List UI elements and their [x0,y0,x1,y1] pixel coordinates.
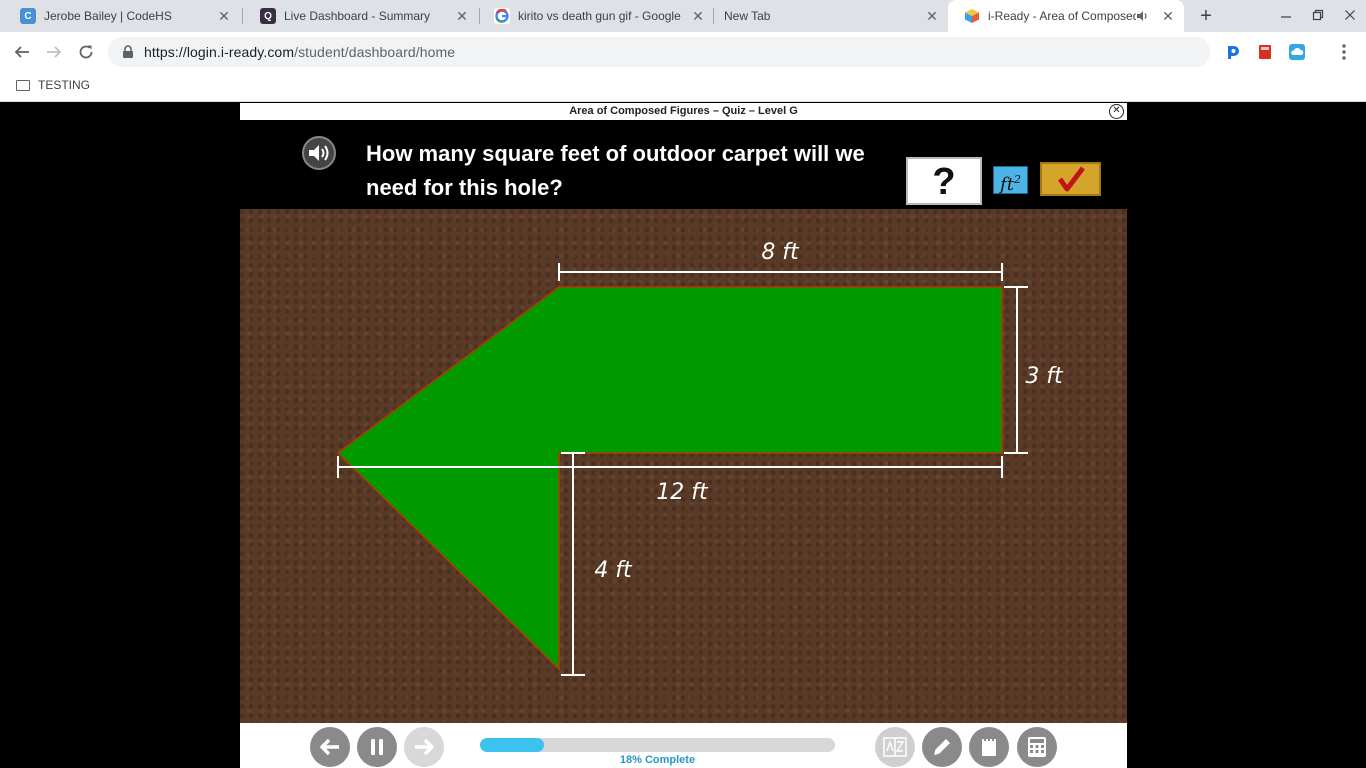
lesson-controls: 18% Complete [240,723,1127,768]
submit-check-button[interactable] [1040,162,1101,196]
bookmark-label: TESTING [38,78,91,92]
minimize-icon[interactable] [1276,6,1296,26]
bookmarks-bar: TESTING [0,72,1366,102]
url-text: https://login.i-ready.com/student/dashbo… [144,44,456,60]
book-extension-icon[interactable] [1257,44,1273,60]
bookmark-testing[interactable]: TESTING [16,78,90,92]
tab-title: kirito vs death gun gif - Google S [518,9,682,23]
lesson-close-button[interactable]: ✕ [1109,104,1124,119]
tab-title: Live Dashboard - Summary [284,9,431,23]
browser-menu-icon[interactable] [1336,40,1352,64]
browser-toolbar: https://login.i-ready.com/student/dashbo… [0,32,1366,72]
progress-fill [480,738,544,752]
tab-google-search[interactable]: kirito vs death gun gif - Google S ✕ [478,0,714,32]
calculator-icon[interactable] [1017,727,1057,767]
label-middle: 12 ft [656,480,709,505]
dimension-line-bottom [561,452,585,676]
tab-close-icon[interactable]: ✕ [216,8,232,24]
speaker-icon[interactable] [302,136,336,170]
codehs-favicon-icon: C [20,8,36,24]
notepad-icon[interactable] [969,727,1009,767]
label-right: 3 ft [1025,364,1064,389]
answer-input[interactable]: ? [906,157,982,205]
restore-icon[interactable] [1308,6,1328,26]
back-icon[interactable] [10,40,34,64]
pencil-icon[interactable] [922,727,962,767]
tab-close-icon[interactable]: ✕ [924,8,940,24]
progress-bar [480,738,835,752]
composed-figure: 8 ft 3 ft 12 ft 4 ft [336,240,1064,676]
dashboard-favicon-icon: Q [260,8,276,24]
tab-close-icon[interactable]: ✕ [1160,8,1176,24]
lesson-title: Area of Composed Figures – Quiz – Level … [240,103,1127,120]
green-carpet-shape [336,286,1003,671]
label-bottom: 4 ft [594,558,633,583]
folder-icon [16,79,30,91]
tab-iready[interactable]: i-Ready - Area of Composed ✕ [948,0,1184,32]
tab-separator [242,8,243,24]
back-arrow-icon[interactable] [310,727,350,767]
tab-live-dashboard[interactable]: Q Live Dashboard - Summary ✕ [244,0,478,32]
pear-deck-extension-icon[interactable] [1225,44,1241,60]
tab-close-icon[interactable]: ✕ [690,8,706,24]
window-close-icon[interactable] [1340,6,1360,26]
figure-area: 8 ft 3 ft 12 ft 4 ft [240,209,1127,723]
tab-title: i-Ready - Area of Composed [988,9,1136,23]
address-bar[interactable]: https://login.i-ready.com/student/dashbo… [108,37,1210,67]
forward-arrow-icon[interactable] [404,727,444,767]
progress-label: 18% Complete [619,754,696,766]
question-text: How many square feet of outdoor carpet w… [366,141,865,200]
pause-icon[interactable] [357,727,397,767]
reload-icon[interactable] [74,40,98,64]
label-top: 8 ft [761,240,800,265]
cloud-extension-icon[interactable] [1289,44,1305,60]
tab-codehs[interactable]: C Jerobe Bailey | CodeHS ✕ [4,0,240,32]
tab-audio-icon[interactable] [1136,9,1150,23]
google-favicon-icon [494,8,510,24]
tab-title: New Tab [724,9,771,23]
tab-close-icon[interactable]: ✕ [454,8,470,24]
iready-favicon-icon [964,8,980,24]
checkmark-icon [1057,166,1085,192]
lock-icon[interactable] [122,45,134,59]
new-tab-button[interactable]: + [1196,6,1216,26]
tab-strip: C Jerobe Bailey | CodeHS ✕ Q Live Dashbo… [0,0,1366,32]
unit-label: ft2 [993,166,1028,195]
tab-new-tab[interactable]: New Tab ✕ [714,0,948,32]
glossary-icon[interactable] [875,727,915,767]
forward-icon[interactable] [42,40,66,64]
dimension-line-top [558,263,1003,281]
tab-title: Jerobe Bailey | CodeHS [44,9,172,23]
lesson-player: Area of Composed Figures – Quiz – Level … [240,103,1127,768]
